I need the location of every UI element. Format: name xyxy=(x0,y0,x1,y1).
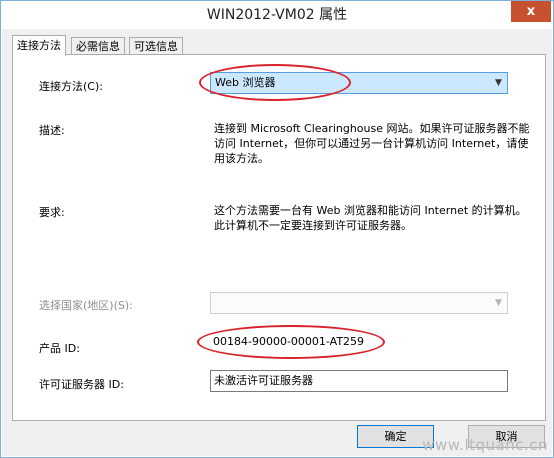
method-label: 连接方法(C): xyxy=(39,80,103,93)
close-icon: x xyxy=(526,4,536,19)
country-label: 选择国家(地区)(S): xyxy=(39,299,133,312)
chevron-down-icon: ▼ xyxy=(495,298,502,308)
watermark: www.ltquanc.cn xyxy=(422,436,548,454)
requirements-label: 要求: xyxy=(39,206,65,219)
product-id-label: 产品 ID: xyxy=(39,342,80,355)
description-label: 描述: xyxy=(39,124,65,137)
country-select[interactable]: ▼ xyxy=(210,292,508,314)
tab-required-info[interactable]: 必需信息 xyxy=(71,37,125,55)
license-server-id-value: 未激活许可证服务器 xyxy=(214,374,313,387)
tab-panel: 连接方法(C): Web 浏览器 ▼ 描述: 连接到 Microsoft Cle… xyxy=(12,54,546,421)
license-server-id-field[interactable]: 未激活许可证服务器 xyxy=(210,370,508,392)
close-button[interactable]: x xyxy=(511,1,551,22)
license-server-id-label: 许可证服务器 ID: xyxy=(39,378,124,391)
window-title: WIN2012-VM02 属性 xyxy=(206,7,348,23)
highlight-ellipse-product-id xyxy=(197,325,385,359)
description-text: 连接到 Microsoft Clearinghouse 网站。如果许可证服务器不… xyxy=(214,122,530,165)
highlight-ellipse-method xyxy=(199,64,351,101)
tab-connection-method[interactable]: 连接方法 xyxy=(12,35,66,56)
title-bar: WIN2012-VM02 属性 x xyxy=(1,1,553,29)
properties-dialog: WIN2012-VM02 属性 x 连接方法 必需信息 可选信息 连接方法(C)… xyxy=(0,0,554,458)
tab-optional-info[interactable]: 可选信息 xyxy=(129,37,183,55)
dialog-client: 连接方法 必需信息 可选信息 连接方法(C): Web 浏览器 ▼ 描述: 连接… xyxy=(2,29,552,456)
chevron-down-icon: ▼ xyxy=(495,78,502,88)
requirements-text: 这个方法需要一台有 Web 浏览器和能访问 Internet 的计算机。此计算机… xyxy=(214,204,527,232)
